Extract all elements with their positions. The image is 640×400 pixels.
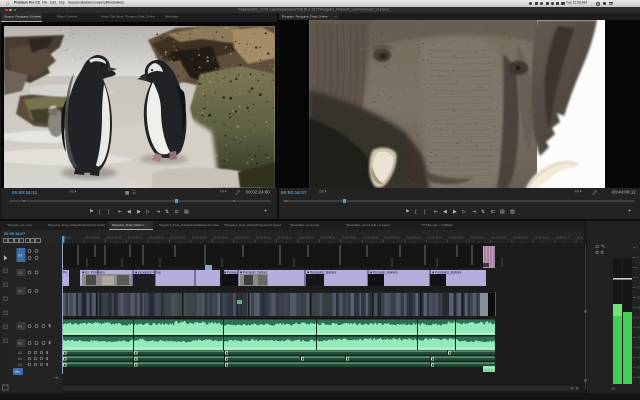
svg-text:-18: -18 [636, 306, 640, 310]
svg-text:00:54:50:19: 00:54:50:19 [299, 236, 314, 240]
svg-text:00:04:59:04: 00:04:59:04 [85, 236, 100, 240]
svg-text:■ Penguin_babies: ■ Penguin_babies [240, 271, 268, 275]
svg-text:dB: dB [611, 387, 616, 391]
svg-text:00:39:53:07: 00:39:53:07 [235, 236, 250, 240]
svg-text:-12: -12 [636, 286, 640, 290]
svg-text:A4: A4 [18, 357, 22, 361]
svg-text:00:09:58:08: 00:09:58:08 [106, 236, 121, 240]
svg-text:-30: -30 [636, 346, 640, 350]
svg-text:00:44:52:11: 00:44:52:11 [256, 236, 271, 240]
svg-text:-33: -33 [636, 356, 640, 360]
svg-text:00:49:51:15: 00:49:51:15 [278, 236, 293, 240]
svg-text:A5: A5 [18, 363, 22, 367]
svg-text:00:29:54:24: 00:29:54:24 [192, 236, 207, 240]
svg-text:-36: -36 [636, 366, 640, 370]
svg-text:-24: -24 [636, 326, 640, 330]
svg-text:-27: -27 [636, 336, 640, 340]
svg-text:01:29:44:22: 01:29:44:22 [449, 236, 464, 240]
svg-text:V3: V3 [18, 253, 22, 257]
svg-text:⚙ ⇅: ⚙ ⇅ [595, 250, 604, 255]
svg-text:■ Pengu: ■ Pengu [224, 271, 237, 275]
svg-text:01:44:42:09: 01:44:42:09 [513, 236, 528, 240]
svg-text:00:19:56:16: 00:19:56:16 [149, 236, 164, 240]
svg-text:01:39:43:05: 01:39:43:05 [492, 236, 507, 240]
svg-text:V2: V2 [18, 271, 22, 275]
svg-text:■ Penguin_Babies: ■ Penguin_Babies [370, 271, 398, 275]
svg-text:01:19:46:14: 01:19:46:14 [406, 236, 421, 240]
svg-text:01:09:48:06: 01:09:48:06 [363, 236, 378, 240]
svg-text:00:00: 00:00 [64, 236, 71, 240]
svg-text:-9: -9 [636, 276, 639, 280]
svg-text:-39: -39 [636, 376, 640, 380]
svg-text:01:14:47:10: 01:14:47:10 [385, 236, 400, 240]
svg-text:A1: A1 [18, 324, 22, 328]
svg-text:⇥: ⇥ [54, 375, 58, 380]
svg-text:00:34:54:03: 00:34:54:03 [213, 236, 228, 240]
svg-text:■ A1_Penguins: ■ A1_Penguins [82, 271, 105, 275]
svg-text:01:24:45:18: 01:24:45:18 [427, 236, 442, 240]
svg-text:V1: V1 [18, 289, 22, 293]
svg-text:■ Penguins_Babies: ■ Penguins_Babies [307, 271, 337, 275]
svg-text:Mix: Mix [14, 370, 20, 374]
svg-text:■ Penguins_Babies: ■ Penguins_Babies [432, 271, 462, 275]
svg-text:-21: -21 [636, 316, 640, 320]
svg-text:-6: -6 [636, 266, 639, 270]
svg-text:Pe: Pe [63, 271, 67, 275]
svg-text:01:34:44:01: 01:34:44:01 [470, 236, 485, 240]
svg-text:00:59:49:23: 00:59:49:23 [320, 236, 335, 240]
svg-text:-3: -3 [636, 256, 639, 260]
svg-text:01:54:40:17: 01:54:40:17 [556, 236, 571, 240]
svg-text:-15: -15 [636, 296, 640, 300]
svg-text:01:59:39:21: 01:59:39:21 [577, 236, 583, 240]
svg-text:00:24:55:20: 00:24:55:20 [171, 236, 186, 240]
svg-text:01:49:41:13: 01:49:41:13 [534, 236, 549, 240]
svg-text:A3: A3 [18, 351, 22, 355]
svg-text:A2: A2 [18, 341, 22, 345]
svg-text:00:14:57:12: 00:14:57:12 [128, 236, 143, 240]
svg-text:■ penguins-P top: ■ penguins-P top [135, 271, 161, 275]
svg-text:01:04:49:02: 01:04:49:02 [342, 236, 357, 240]
